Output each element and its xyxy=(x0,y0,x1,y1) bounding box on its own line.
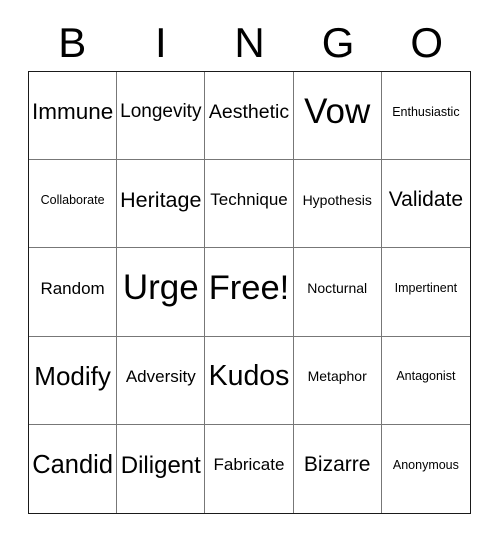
bingo-header-letter-b: B xyxy=(58,18,87,66)
bingo-header-letter-n: N xyxy=(234,18,265,66)
bingo-cell[interactable]: Adversity xyxy=(117,336,206,425)
bingo-cell-label: Impertinent xyxy=(394,280,458,295)
bingo-header: BINGO xyxy=(28,14,471,71)
bingo-cell[interactable]: Anonymous xyxy=(382,425,470,513)
bingo-cell-label: Collaborate xyxy=(40,192,105,207)
bingo-cell[interactable]: Enthusiastic xyxy=(381,72,470,161)
bingo-cell-label: Hypothesis xyxy=(302,191,372,208)
bingo-cell[interactable]: Hypothesis xyxy=(293,160,382,249)
bingo-cell-label: Adversity xyxy=(125,366,196,386)
bingo-cell[interactable]: Fabricate xyxy=(205,424,294,513)
bingo-cell[interactable]: Longevity xyxy=(117,72,206,161)
bingo-cell-label: Heritage xyxy=(120,188,202,212)
bingo-header-letter-i: I xyxy=(155,18,167,66)
bingo-cell-label: Vow xyxy=(304,91,371,131)
bingo-cell-label: Longevity xyxy=(120,101,202,123)
bingo-cell-label: Kudos xyxy=(208,359,290,392)
bingo-cell[interactable]: Free! xyxy=(205,248,294,337)
bingo-cell-label: Fabricate xyxy=(213,455,285,475)
bingo-cell-label: Anonymous xyxy=(392,457,459,472)
bingo-header-letter-o: O xyxy=(410,18,443,66)
bingo-cell[interactable]: Modify xyxy=(29,336,118,425)
bingo-card: B I N G O Immune Longevity Aesthetic Vow Enthusi… xyxy=(0,0,500,544)
bingo-cell[interactable]: Vow xyxy=(293,72,382,161)
bingo-cell[interactable]: Kudos xyxy=(205,336,294,425)
bingo-cell[interactable]: Diligent xyxy=(117,424,206,513)
bingo-cell-label: Antagonist xyxy=(396,369,456,384)
bingo-cell[interactable]: Heritage xyxy=(117,160,206,249)
bingo-cell-label: Metaphor xyxy=(307,368,367,385)
bingo-grid: Immune Longevity Aesthetic Vow Enthusiastic C… xyxy=(28,71,471,514)
bingo-cell[interactable]: Nocturnal xyxy=(293,248,382,337)
bingo-cell[interactable]: Validate xyxy=(381,160,470,249)
bingo-cell-label: Diligent xyxy=(120,451,201,479)
bingo-cell[interactable]: Candid xyxy=(29,424,118,513)
bingo-cell[interactable]: Immune xyxy=(29,72,118,161)
bingo-cell-label: Aesthetic xyxy=(208,100,290,123)
bingo-cell[interactable]: Bizarre xyxy=(294,424,382,513)
bingo-cell-label: Urge xyxy=(122,268,199,308)
bingo-cell-label: Immune xyxy=(31,99,114,125)
bingo-cell[interactable]: Urge xyxy=(117,248,206,337)
bingo-cell-label: Random xyxy=(40,278,105,298)
bingo-cell-label: Bizarre xyxy=(303,453,371,477)
bingo-cell-label: Nocturnal xyxy=(307,280,368,297)
bingo-cell-label: Modify xyxy=(34,361,111,392)
bingo-cell-label: Free! xyxy=(208,269,290,308)
bingo-cell-label: Candid xyxy=(32,451,113,479)
bingo-cell-label: Technique xyxy=(210,190,288,210)
bingo-cell-label: Enthusiastic xyxy=(392,104,460,119)
bingo-cell[interactable]: Aesthetic xyxy=(205,72,294,161)
bingo-cell[interactable]: Technique xyxy=(205,160,294,249)
bingo-cell[interactable]: Impertinent xyxy=(381,248,470,337)
bingo-cell-label: Validate xyxy=(388,188,464,212)
bingo-cell[interactable]: Random xyxy=(29,248,118,337)
bingo-header-letter-g: G xyxy=(321,18,355,66)
bingo-cell[interactable]: Collaborate xyxy=(29,160,118,249)
bingo-cell[interactable]: Metaphor xyxy=(293,336,382,425)
bingo-cell[interactable]: Antagonist xyxy=(381,337,470,425)
